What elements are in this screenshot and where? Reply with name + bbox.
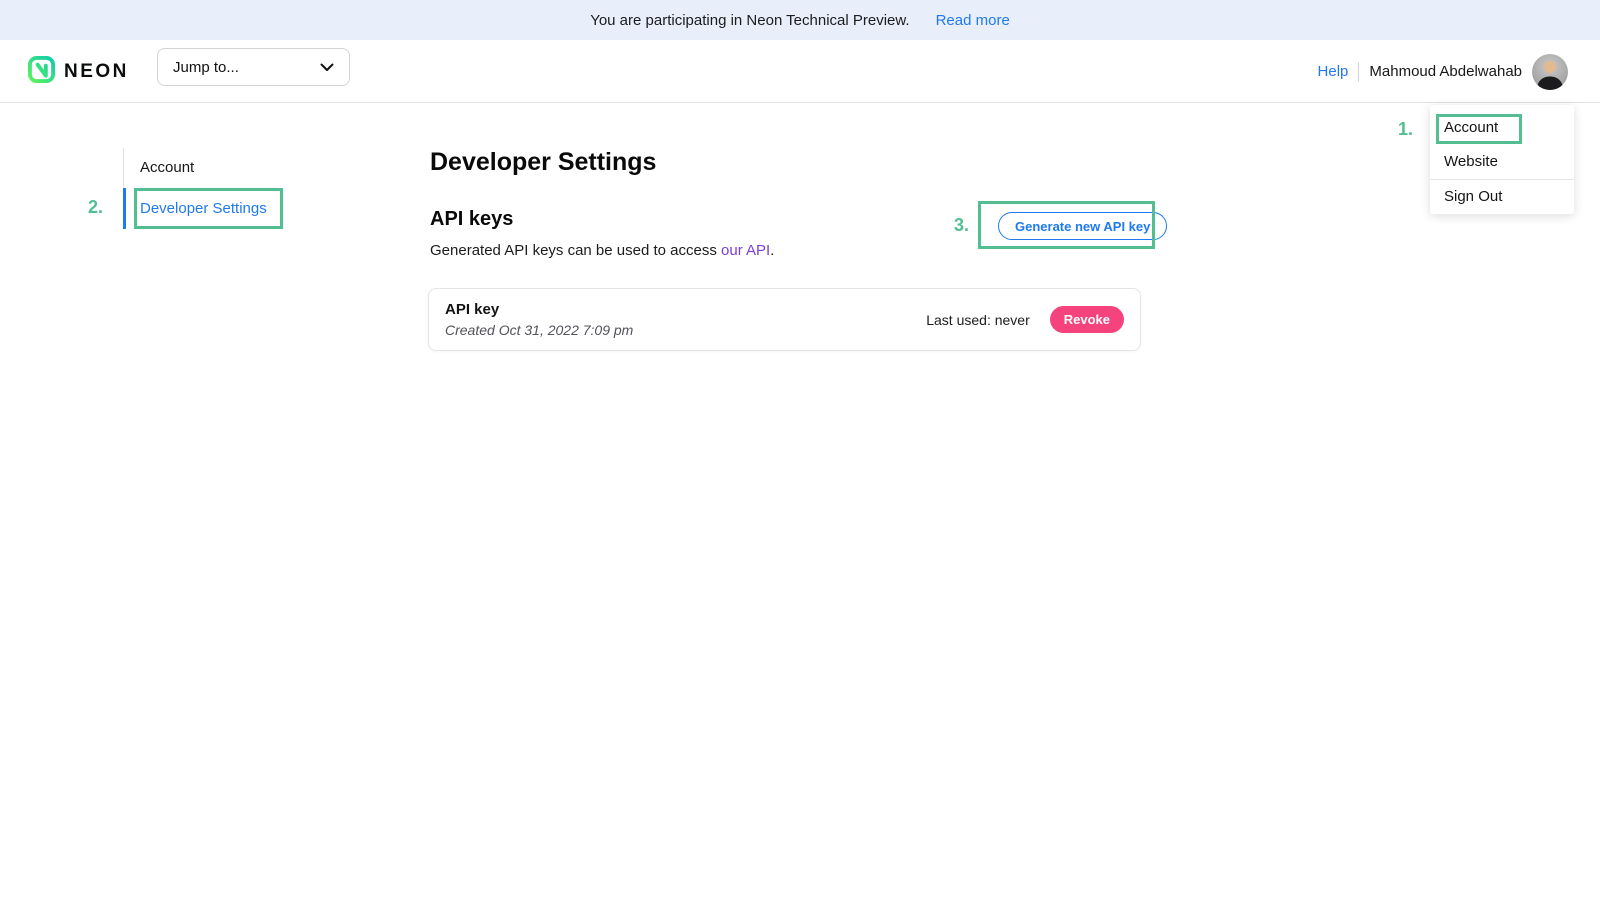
generate-api-key-button[interactable]: Generate new API key bbox=[998, 212, 1167, 240]
api-key-card: API key Created Oct 31, 2022 7:09 pm Las… bbox=[428, 288, 1141, 351]
preview-banner: You are participating in Neon Technical … bbox=[0, 0, 1600, 40]
header-divider bbox=[1358, 62, 1359, 82]
api-key-info: API key Created Oct 31, 2022 7:09 pm bbox=[445, 301, 633, 338]
settings-sidebar: Account Developer Settings bbox=[123, 148, 298, 229]
neon-logo[interactable]: NEON bbox=[28, 40, 129, 103]
annotation-step-2: 2. bbox=[88, 197, 103, 218]
user-name[interactable]: Mahmoud Abdelwahab bbox=[1369, 63, 1522, 80]
description-period: . bbox=[770, 242, 774, 259]
chevron-down-icon bbox=[320, 59, 334, 76]
jump-to-dropdown[interactable]: Jump to... bbox=[157, 48, 350, 86]
neon-wordmark: NEON bbox=[64, 61, 129, 83]
menu-item-website[interactable]: Website bbox=[1430, 145, 1574, 179]
revoke-button[interactable]: Revoke bbox=[1050, 306, 1124, 333]
section-title: API keys bbox=[430, 208, 513, 231]
neon-logo-icon bbox=[28, 56, 55, 88]
our-api-link[interactable]: our API bbox=[721, 242, 770, 259]
app-header: NEON Jump to... Help Mahmoud Abdelwahab bbox=[0, 40, 1600, 103]
jump-to-label: Jump to... bbox=[173, 59, 239, 76]
api-key-actions: Last used: never Revoke bbox=[926, 306, 1124, 333]
avatar[interactable] bbox=[1532, 54, 1568, 90]
menu-item-signout[interactable]: Sign Out bbox=[1430, 180, 1574, 214]
help-link[interactable]: Help bbox=[1318, 63, 1349, 80]
sidebar-item-account[interactable]: Account bbox=[123, 148, 298, 188]
api-keys-description: Generated API keys can be used to access… bbox=[430, 242, 774, 259]
header-right: Help Mahmoud Abdelwahab bbox=[1318, 40, 1568, 103]
description-text: Generated API keys can be used to access bbox=[430, 242, 721, 259]
api-key-last-used: Last used: never bbox=[926, 312, 1030, 328]
read-more-link[interactable]: Read more bbox=[936, 12, 1010, 29]
menu-item-account[interactable]: Account bbox=[1430, 111, 1574, 145]
annotation-step-1: 1. bbox=[1398, 119, 1413, 140]
api-key-created: Created Oct 31, 2022 7:09 pm bbox=[445, 322, 633, 338]
user-dropdown-menu: Account Website Sign Out bbox=[1430, 105, 1574, 214]
banner-text: You are participating in Neon Technical … bbox=[590, 12, 909, 29]
annotation-step-3: 3. bbox=[954, 215, 969, 236]
neon-console-screen: You are participating in Neon Technical … bbox=[0, 0, 1600, 900]
api-key-name: API key bbox=[445, 301, 633, 318]
page-title: Developer Settings bbox=[430, 148, 656, 177]
sidebar-item-developer-settings[interactable]: Developer Settings bbox=[123, 188, 298, 229]
